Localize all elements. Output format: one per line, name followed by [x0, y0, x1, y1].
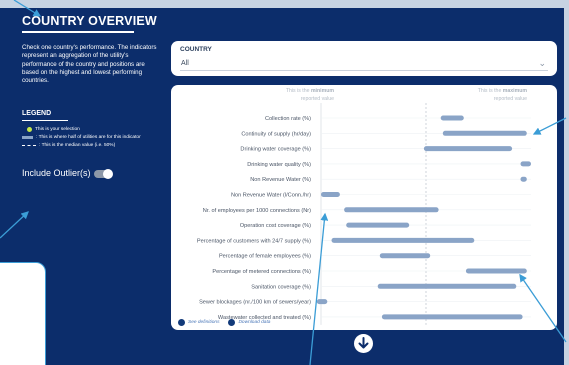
legend-item-label: : This is the median value (i.e. 50%) — [39, 143, 116, 148]
scroll-down-button[interactable] — [354, 334, 373, 353]
indicator-range-bar[interactable] — [440, 115, 464, 121]
indicator-range-bar[interactable] — [331, 237, 475, 243]
indicator-label: Drinking water coverage (%) — [240, 147, 311, 153]
indicator-range-bar[interactable] — [381, 314, 523, 320]
title-underline — [22, 31, 134, 33]
indicator-range-bar[interactable] — [442, 130, 527, 136]
country-filter-label: COUNTRY — [180, 46, 212, 53]
legend-item-selection: This is your selection — [22, 127, 80, 132]
legend-title: LEGEND — [22, 110, 52, 117]
indicator-range-bar[interactable] — [346, 222, 410, 228]
range-bar-icon — [22, 136, 33, 139]
legend-item-label: This is your selection — [35, 127, 80, 132]
legend-item-median: : This is the median value (i.e. 50%) — [22, 143, 115, 148]
indicator-range-bar[interactable] — [379, 253, 431, 259]
page-title: COUNTRY OVERVIEW — [22, 14, 157, 28]
indicator-range-bar[interactable] — [520, 161, 532, 167]
max-note-suffix: reported value — [494, 96, 527, 102]
min-note: This is the minimum — [286, 88, 335, 94]
indicator-label: Collection rate (%) — [265, 116, 311, 122]
indicator-label: Percentage of female employees (%) — [219, 254, 311, 260]
indicator-range-bar[interactable] — [377, 283, 517, 289]
indicator-range-bar[interactable] — [316, 299, 328, 305]
download-icon — [228, 319, 236, 326]
country-dropdown-value: All — [181, 60, 189, 67]
right-border — [564, 0, 569, 365]
indicator-label: Continuity of supply (hr/day) — [241, 131, 311, 137]
indicator-label: Drinking water quality (%) — [247, 162, 311, 168]
include-outliers-toggle[interactable] — [94, 169, 113, 179]
indicator-label: Percentage of customers with 24/7 supply… — [197, 238, 311, 244]
legend-underline — [22, 120, 68, 121]
page-description: Check one country's performance. The ind… — [22, 44, 157, 85]
indicator-range-bar[interactable] — [344, 207, 439, 213]
indicator-label: Nr. of employees per 1000 connections (N… — [203, 208, 311, 214]
selection-dot-icon — [27, 127, 32, 132]
top-border — [0, 0, 569, 8]
tutorial-callout — [0, 262, 46, 365]
include-outliers-label: Include Outlier(s) — [22, 168, 91, 178]
indicator-label: Sewer blockages (nr./100 km of sewers/ye… — [199, 300, 311, 306]
indicator-chart-card: This is the minimum reported value This … — [171, 85, 557, 330]
country-dropdown[interactable]: All ⌄ — [180, 58, 548, 71]
legend-item-label: : This is where half of utilities are fo… — [36, 135, 141, 140]
country-filter-card: COUNTRY All ⌄ — [171, 41, 557, 76]
indicator-range-bar[interactable] — [465, 268, 527, 274]
indicator-label: Operation cost coverage (%) — [240, 223, 311, 229]
indicator-label: Percentage of metered connections (%) — [212, 269, 311, 275]
indicator-label: Non Revenue Water (%) — [250, 177, 311, 183]
info-icon — [178, 319, 185, 326]
download-data-link[interactable]: Download data — [238, 320, 270, 325]
toggle-knob — [103, 169, 113, 179]
legend-item-range: : This is where half of utilities are fo… — [22, 135, 141, 140]
indicator-range-bar[interactable] — [321, 192, 340, 197]
indicator-label: Sanitation coverage (%) — [251, 284, 311, 290]
see-definitions-link[interactable]: See definitions — [188, 320, 219, 325]
footer-links: See definitions Download data — [178, 319, 270, 326]
arrow-down-icon — [358, 337, 369, 349]
indicator-range-bar[interactable] — [423, 146, 513, 152]
chevron-down-icon: ⌄ — [538, 58, 546, 68]
max-note: This is the maximum — [478, 88, 528, 94]
indicator-label: Non Revenue Water (l/Conn./hr) — [231, 193, 311, 199]
indicator-range-bar[interactable] — [520, 176, 527, 182]
indicator-range-chart: This is the minimum reported value This … — [197, 88, 532, 325]
min-note-suffix: reported value — [301, 96, 334, 102]
median-line-icon — [22, 145, 36, 146]
